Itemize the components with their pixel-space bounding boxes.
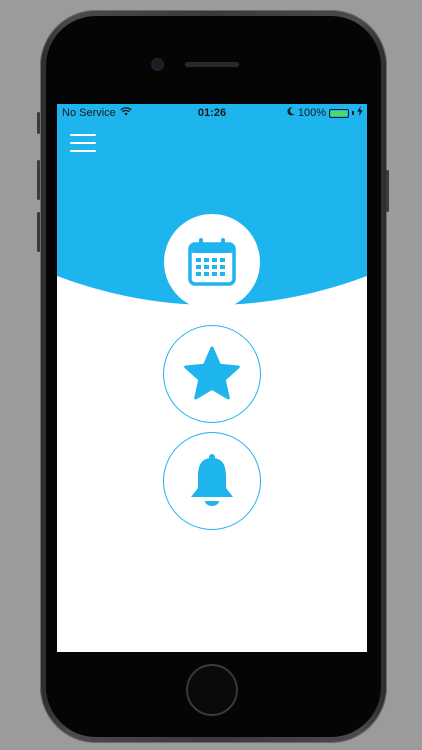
status-right: 100%: [287, 104, 363, 122]
battery-percent: 100%: [297, 107, 326, 119]
status-bar: No Service 01:26 100%: [57, 104, 367, 122]
power-button: [386, 170, 389, 212]
favorites-button[interactable]: [163, 325, 261, 423]
notifications-button[interactable]: [163, 432, 261, 530]
front-camera: [153, 60, 162, 69]
moon-icon: [287, 104, 295, 122]
home-button[interactable]: [186, 664, 238, 716]
app-screen: No Service 01:26 100%: [57, 104, 367, 652]
battery-tip: [352, 111, 354, 115]
volume-up-button: [37, 160, 40, 200]
volume-down-button: [37, 212, 40, 252]
charging-bolt-icon: [357, 104, 363, 122]
calendar-icon: [188, 238, 236, 286]
battery-level-fill: [331, 110, 347, 116]
calendar-button[interactable]: [164, 214, 260, 310]
bell-icon: [191, 454, 233, 506]
star-icon: [184, 346, 240, 400]
mute-switch: [37, 112, 40, 134]
battery-icon: [329, 108, 349, 118]
hamburger-menu-icon[interactable]: [70, 134, 96, 154]
earpiece-speaker: [185, 62, 239, 67]
